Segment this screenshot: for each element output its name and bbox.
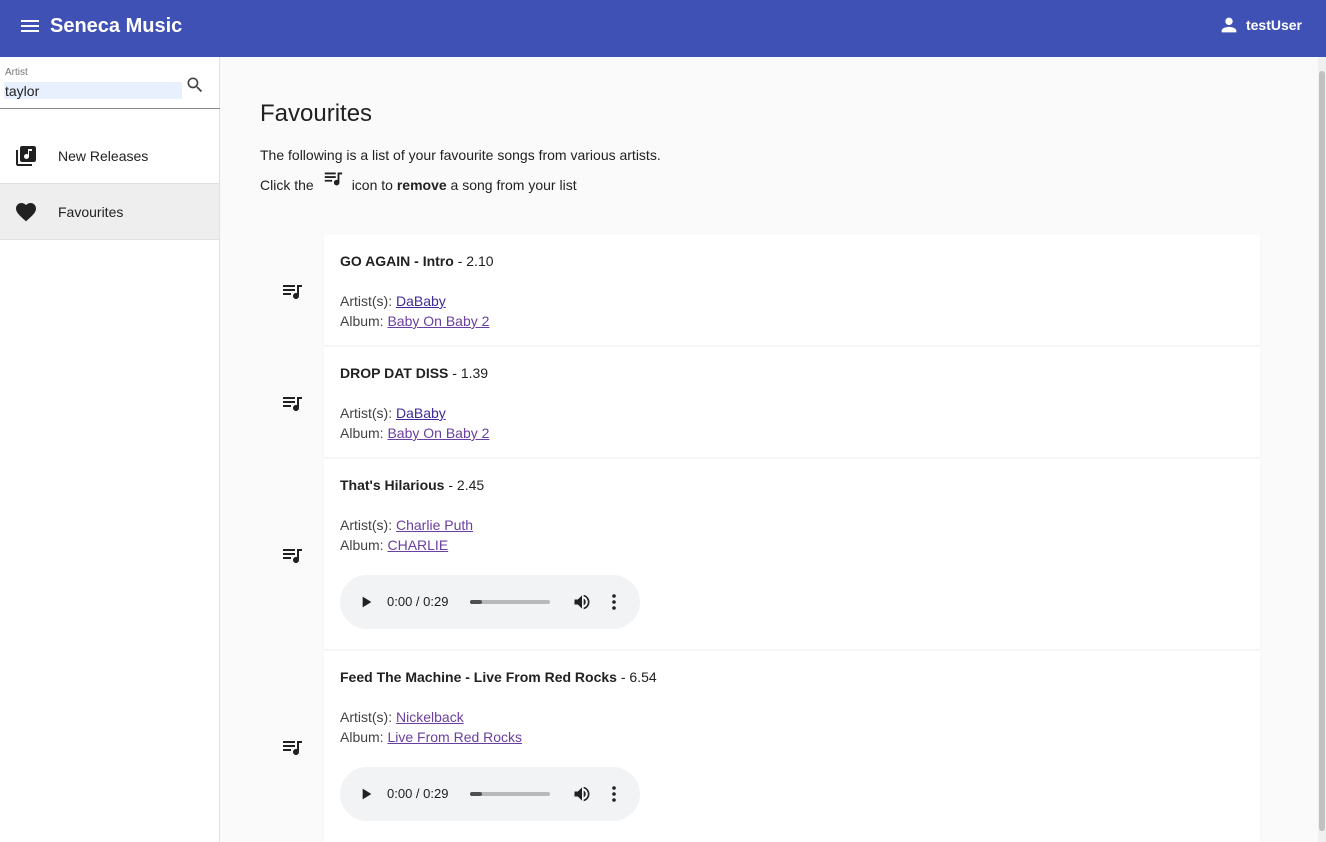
- audio-player: 0:00 / 0:29: [340, 575, 640, 629]
- album-link[interactable]: Baby On Baby 2: [387, 425, 489, 441]
- sidebar-item-new-releases[interactable]: New Releases: [0, 128, 219, 184]
- artist-link[interactable]: Charlie Puth: [396, 517, 473, 533]
- album-label: Album:: [340, 537, 384, 553]
- remove-favourite-icon[interactable]: [280, 543, 304, 567]
- album-link[interactable]: Baby On Baby 2: [387, 313, 489, 329]
- play-icon[interactable]: [358, 594, 374, 610]
- artist-label: Artist(s):: [340, 293, 393, 309]
- queue-music-icon: [324, 172, 342, 186]
- player-progress-slider[interactable]: [470, 792, 550, 796]
- artist-label: Artist(s):: [340, 709, 393, 725]
- song-card: DROP DAT DISS - 1.39 Artist(s): DaBaby A…: [283, 347, 1260, 457]
- app-title[interactable]: Seneca Music: [50, 14, 182, 38]
- artist-search-input[interactable]: [4, 82, 182, 99]
- username-label: testUser: [1245, 17, 1302, 33]
- song-card: That's Hilarious - 2.45 Artist(s): Charl…: [283, 459, 1260, 649]
- artist-search-field: Artist: [0, 57, 220, 109]
- album-label: Album:: [340, 313, 384, 329]
- remove-favourite-icon[interactable]: [280, 391, 304, 415]
- artist-link[interactable]: DaBaby: [396, 293, 446, 309]
- artist-link[interactable]: Nickelback: [396, 709, 464, 725]
- player-progress-fill: [470, 792, 482, 796]
- album-link[interactable]: CHARLIE: [387, 537, 448, 553]
- intro-text: The following is a list of your favourit…: [260, 147, 661, 163]
- volume-icon[interactable]: [572, 592, 592, 612]
- sidebar-item-label: New Releases: [58, 147, 149, 164]
- duration-separator: -: [453, 253, 467, 269]
- scrollbar-thumb[interactable]: [1319, 71, 1325, 831]
- more-options-icon[interactable]: [606, 592, 622, 612]
- album-line: Album: Baby On Baby 2: [340, 425, 489, 441]
- song-duration: 6.54: [629, 669, 657, 685]
- sidebar-item-favourites[interactable]: Favourites: [0, 184, 219, 240]
- artist-line: Artist(s): Charlie Puth: [340, 517, 473, 533]
- player-time: 0:00 / 0:29: [387, 594, 449, 609]
- album-line: Album: Baby On Baby 2: [340, 313, 489, 329]
- volume-icon[interactable]: [572, 784, 592, 804]
- audio-player: 0:00 / 0:29: [340, 767, 640, 821]
- song-card: Feed The Machine - Live From Red Rocks -…: [283, 651, 1260, 842]
- intro-rest-text: a song from your list: [450, 177, 577, 193]
- remove-favourite-icon[interactable]: [280, 279, 304, 303]
- song-heading: DROP DAT DISS - 1.39: [340, 365, 488, 381]
- album-label: Album:: [340, 425, 384, 441]
- search-label: Artist: [5, 67, 28, 78]
- intro-remove-text: remove: [396, 177, 447, 193]
- song-title: DROP DAT DISS: [340, 365, 449, 381]
- artist-label: Artist(s):: [340, 517, 393, 533]
- song-title: That's Hilarious: [340, 477, 445, 493]
- intro-click-text: Click the: [260, 177, 314, 193]
- artist-label: Artist(s):: [340, 405, 393, 421]
- main-content: Favourites The following is a list of yo…: [220, 57, 1318, 842]
- person-icon: [1221, 17, 1237, 33]
- song-title: Feed The Machine - Live From Red Rocks: [340, 669, 617, 685]
- play-icon[interactable]: [358, 786, 374, 802]
- album-label: Album:: [340, 729, 384, 745]
- player-progress-fill: [470, 600, 482, 604]
- menu-icon[interactable]: [18, 14, 42, 38]
- song-card: GO AGAIN - Intro - 2.10 Artist(s): DaBab…: [283, 235, 1260, 345]
- duration-separator: -: [616, 669, 630, 685]
- sidebar: Artist New Releases Favourites: [0, 57, 220, 842]
- song-heading: Feed The Machine - Live From Red Rocks -…: [340, 669, 657, 685]
- user-menu-button[interactable]: testUser: [1218, 13, 1302, 37]
- song-title: GO AGAIN - Intro: [340, 253, 454, 269]
- sidebar-item-label: Favourites: [58, 203, 124, 220]
- intro-instructions: Click the icon to remove a song from you…: [260, 172, 577, 196]
- page-title: Favourites: [260, 100, 373, 127]
- search-icon[interactable]: [185, 75, 205, 95]
- album-line: Album: Live From Red Rocks: [340, 729, 522, 745]
- page-scrollbar[interactable]: [1318, 57, 1326, 842]
- song-heading: That's Hilarious - 2.45: [340, 477, 484, 493]
- artist-link[interactable]: DaBaby: [396, 405, 446, 421]
- album-link[interactable]: Live From Red Rocks: [387, 729, 522, 745]
- heart-icon: [16, 203, 36, 222]
- artist-line: Artist(s): DaBaby: [340, 405, 446, 421]
- intro-icon-to-text: icon to: [351, 177, 393, 193]
- more-options-icon[interactable]: [606, 784, 622, 804]
- album-line: Album: CHARLIE: [340, 537, 448, 553]
- duration-separator: -: [444, 477, 457, 493]
- player-progress-slider[interactable]: [470, 600, 550, 604]
- library-music-icon: [16, 146, 36, 166]
- duration-separator: -: [448, 365, 461, 381]
- player-time: 0:00 / 0:29: [387, 786, 449, 801]
- remove-favourite-icon[interactable]: [280, 735, 304, 759]
- song-duration: 1.39: [460, 365, 489, 381]
- artist-line: Artist(s): DaBaby: [340, 293, 446, 309]
- top-toolbar: Seneca Music testUser: [0, 0, 1326, 57]
- song-duration: 2.10: [466, 253, 494, 269]
- song-heading: GO AGAIN - Intro - 2.10: [340, 253, 494, 269]
- artist-line: Artist(s): Nickelback: [340, 709, 464, 725]
- song-duration: 2.45: [456, 477, 485, 493]
